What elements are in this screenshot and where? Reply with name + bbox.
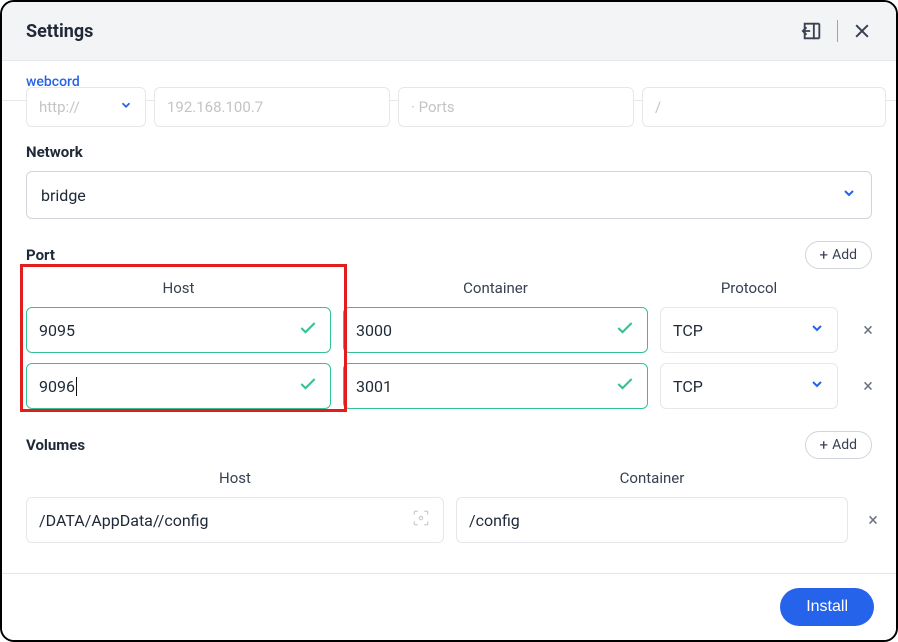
check-icon — [298, 318, 318, 342]
check-icon — [615, 374, 635, 398]
port-column-headers: Host Container Protocol — [26, 279, 872, 297]
port-host-input[interactable]: 9096 — [26, 363, 331, 409]
volume-header-host: Host — [26, 469, 444, 487]
port-protocol-value: TCP — [673, 377, 703, 396]
path-value: / — [655, 98, 661, 116]
scheme-select[interactable]: http:// — [26, 87, 146, 127]
footer: Install — [2, 573, 896, 640]
install-button[interactable]: Install — [780, 588, 874, 626]
remove-row-button[interactable]: × — [860, 510, 886, 531]
chevron-down-icon — [809, 320, 825, 340]
port-section-head: Port Add — [26, 241, 872, 269]
volume-container-value: /config — [469, 511, 520, 530]
remove-row-button[interactable]: × — [850, 376, 886, 397]
port-header-container: Container — [343, 279, 648, 297]
volumes-section-head: Volumes Add — [26, 431, 872, 459]
add-port-button[interactable]: Add — [805, 241, 872, 269]
network-value: bridge — [41, 186, 86, 205]
port-row: 9095 3000 TCP × — [26, 307, 872, 353]
volumes-label: Volumes — [26, 436, 85, 454]
port-label: Port — [26, 246, 55, 264]
settings-header: Settings — [2, 2, 896, 61]
check-icon — [298, 374, 318, 398]
remove-row-button[interactable]: × — [850, 320, 886, 341]
chevron-down-icon — [809, 376, 825, 396]
header-divider — [837, 20, 838, 42]
port-row: 9096 3001 TCP × — [26, 363, 872, 409]
ip-input[interactable]: 192.168.100.7 — [154, 87, 390, 127]
check-icon — [615, 318, 635, 342]
close-icon[interactable] — [852, 21, 872, 41]
ports-hint[interactable]: · Ports — [398, 87, 634, 127]
port-container-value: 3000 — [356, 321, 392, 340]
port-protocol-select[interactable]: TCP — [660, 363, 838, 409]
header-actions — [801, 20, 872, 42]
top-row: http:// 192.168.100.7 · Ports / — [26, 87, 872, 127]
settings-content: http:// 192.168.100.7 · Ports / Network … — [2, 87, 896, 567]
port-host-value: 9096 — [39, 377, 77, 396]
ip-value: 192.168.100.7 — [167, 98, 263, 116]
port-container-value: 3001 — [356, 377, 392, 396]
port-host-input[interactable]: 9095 — [26, 307, 331, 353]
volume-host-value: /DATA/AppData//config — [39, 511, 209, 530]
volume-header-container: Container — [456, 469, 848, 487]
path-input[interactable]: / — [642, 87, 886, 127]
chevron-down-icon — [119, 98, 133, 116]
ports-hint-value: · Ports — [411, 98, 455, 116]
chevron-down-icon — [841, 185, 857, 205]
add-volume-label: Add — [832, 437, 857, 453]
network-select[interactable]: bridge — [26, 171, 872, 219]
port-header-host: Host — [26, 279, 331, 297]
port-container-input[interactable]: 3001 — [343, 363, 648, 409]
network-label: Network — [26, 143, 872, 161]
browse-icon[interactable] — [411, 508, 431, 533]
volume-host-input[interactable]: /DATA/AppData//config — [26, 497, 444, 543]
volume-container-input[interactable]: /config — [456, 497, 848, 543]
port-protocol-select[interactable]: TCP — [660, 307, 838, 353]
settings-title: Settings — [26, 21, 93, 42]
port-host-value: 9095 — [39, 321, 75, 340]
add-port-label: Add — [832, 247, 857, 263]
add-volume-button[interactable]: Add — [805, 431, 872, 459]
port-protocol-value: TCP — [673, 321, 703, 340]
volume-column-headers: Host Container — [26, 469, 872, 487]
port-header-protocol: Protocol — [660, 279, 838, 297]
volume-row: /DATA/AppData//config /config × — [26, 497, 872, 543]
import-icon[interactable] — [801, 20, 823, 42]
scheme-value: http:// — [39, 98, 80, 116]
port-container-input[interactable]: 3000 — [343, 307, 648, 353]
